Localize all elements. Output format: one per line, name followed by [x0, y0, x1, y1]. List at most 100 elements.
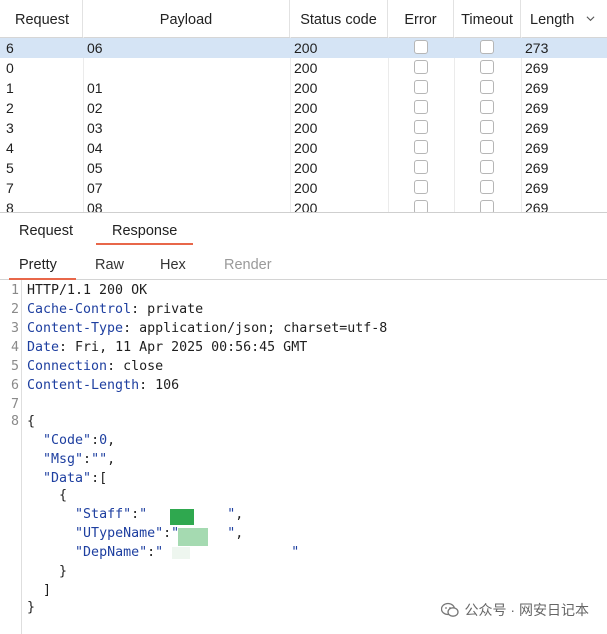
column-header-length-label: Length [530, 12, 575, 28]
wechat-icon [440, 602, 459, 617]
error-checkbox[interactable] [414, 100, 428, 114]
header-value: application/json; charset=utf-8 [139, 321, 388, 336]
column-header-status-code[interactable]: Status code [290, 0, 388, 37]
cell-status-code: 200 [294, 60, 318, 76]
json-brace: { [27, 488, 68, 503]
json-brace: } [27, 564, 68, 579]
table-row[interactable]: 3 03 200 269 [0, 118, 607, 138]
table-row[interactable]: 6 06 200 273 [0, 38, 607, 58]
cell-status-code: 200 [294, 100, 318, 116]
cell-request: 7 [6, 180, 14, 196]
error-checkbox[interactable] [414, 180, 428, 194]
timeout-checkbox[interactable] [480, 80, 494, 94]
table-row[interactable]: 2 02 200 269 [0, 98, 607, 118]
json-value: " [155, 545, 164, 560]
cell-payload: 01 [87, 80, 103, 96]
header-name: Cache-Control [27, 302, 132, 317]
request-response-tabs: Request Response [0, 213, 607, 246]
json-key: "UTypeName" [75, 526, 164, 541]
header-line: Content-Length: 106 [27, 378, 180, 393]
cell-payload: 04 [87, 140, 103, 156]
cell-length: 269 [525, 80, 549, 96]
json-key: "Staff" [75, 507, 132, 522]
error-checkbox[interactable] [414, 40, 428, 54]
line-number: 3 [10, 321, 19, 336]
table-row[interactable]: 7 07 200 269 [0, 178, 607, 198]
cell-length: 269 [525, 60, 549, 76]
error-checkbox[interactable] [414, 80, 428, 94]
column-header-timeout[interactable]: Timeout [454, 0, 521, 37]
json-brace: } [27, 600, 36, 615]
tab-request[interactable]: Request [19, 213, 73, 246]
error-checkbox[interactable] [414, 200, 428, 212]
cell-payload: 03 [87, 120, 103, 136]
cell-request: 0 [6, 60, 14, 76]
json-line-staff: "Staff":" ", [75, 507, 244, 522]
timeout-checkbox[interactable] [480, 60, 494, 74]
cell-status-code: 200 [294, 140, 318, 156]
tab-pretty[interactable]: Pretty [19, 252, 57, 279]
redaction-mask [178, 528, 208, 546]
table-row[interactable]: 4 04 200 269 [0, 138, 607, 158]
column-header-request[interactable]: Request [0, 0, 83, 37]
timeout-checkbox[interactable] [480, 100, 494, 114]
timeout-checkbox[interactable] [480, 200, 494, 212]
cell-request: 5 [6, 160, 14, 176]
column-header-payload[interactable]: Payload [83, 0, 290, 37]
timeout-checkbox[interactable] [480, 40, 494, 54]
timeout-checkbox[interactable] [480, 120, 494, 134]
header-value: close [123, 359, 164, 374]
table-header: Request Payload Status code Error Timeou… [0, 0, 607, 38]
json-line-data: "Data":[ [43, 471, 108, 486]
json-key: "Msg" [43, 452, 84, 467]
redaction-mask [172, 547, 190, 559]
tab-hex[interactable]: Hex [160, 252, 186, 279]
cell-payload: 05 [87, 160, 103, 176]
status-line: HTTP/1.1 200 OK [27, 283, 148, 298]
column-header-error[interactable]: Error [388, 0, 454, 37]
tab-response[interactable]: Response [95, 213, 194, 246]
header-line: Cache-Control: private [27, 302, 204, 317]
chevron-down-icon[interactable] [586, 14, 595, 23]
timeout-checkbox[interactable] [480, 160, 494, 174]
json-line-depname: "DepName":" " [75, 545, 300, 560]
cell-length: 269 [525, 120, 549, 136]
cell-request: 6 [6, 40, 14, 56]
cell-request: 3 [6, 120, 14, 136]
cell-request: 1 [6, 80, 14, 96]
response-editor[interactable]: 1 2 3 4 5 6 7 8 HTTP/1.1 200 OK Cache-Co… [0, 280, 607, 634]
cell-length: 269 [525, 180, 549, 196]
cell-status-code: 200 [294, 120, 318, 136]
timeout-checkbox[interactable] [480, 180, 494, 194]
table-row[interactable]: 8 08 200 269 [0, 198, 607, 212]
json-brace: { [27, 414, 36, 429]
header-value: 106 [155, 378, 180, 393]
header-name: Content-Type [27, 321, 124, 336]
header-value: private [147, 302, 204, 317]
timeout-checkbox[interactable] [480, 140, 494, 154]
cell-length: 273 [525, 40, 549, 56]
cell-request: 4 [6, 140, 14, 156]
cell-payload: 07 [87, 180, 103, 196]
line-number: 4 [10, 340, 19, 355]
table-row[interactable]: 5 05 200 269 [0, 158, 607, 178]
redaction-mask [170, 509, 194, 525]
column-header-length[interactable]: Length [521, 0, 607, 37]
cell-length: 269 [525, 160, 549, 176]
table-row[interactable]: 1 01 200 269 [0, 78, 607, 98]
json-value: 0 [99, 433, 108, 448]
error-checkbox[interactable] [414, 160, 428, 174]
error-checkbox[interactable] [414, 120, 428, 134]
line-number: 7 [10, 397, 19, 412]
error-checkbox[interactable] [414, 60, 428, 74]
json-line-code: "Code":0, [43, 433, 116, 448]
cell-status-code: 200 [294, 160, 318, 176]
cell-request: 2 [6, 100, 14, 116]
json-key: "Code" [43, 433, 92, 448]
cell-request: 8 [6, 200, 14, 212]
json-key: "DepName" [75, 545, 148, 560]
tab-raw[interactable]: Raw [95, 252, 124, 279]
tab-render[interactable]: Render [224, 252, 272, 279]
table-row[interactable]: 0 200 269 [0, 58, 607, 78]
error-checkbox[interactable] [414, 140, 428, 154]
